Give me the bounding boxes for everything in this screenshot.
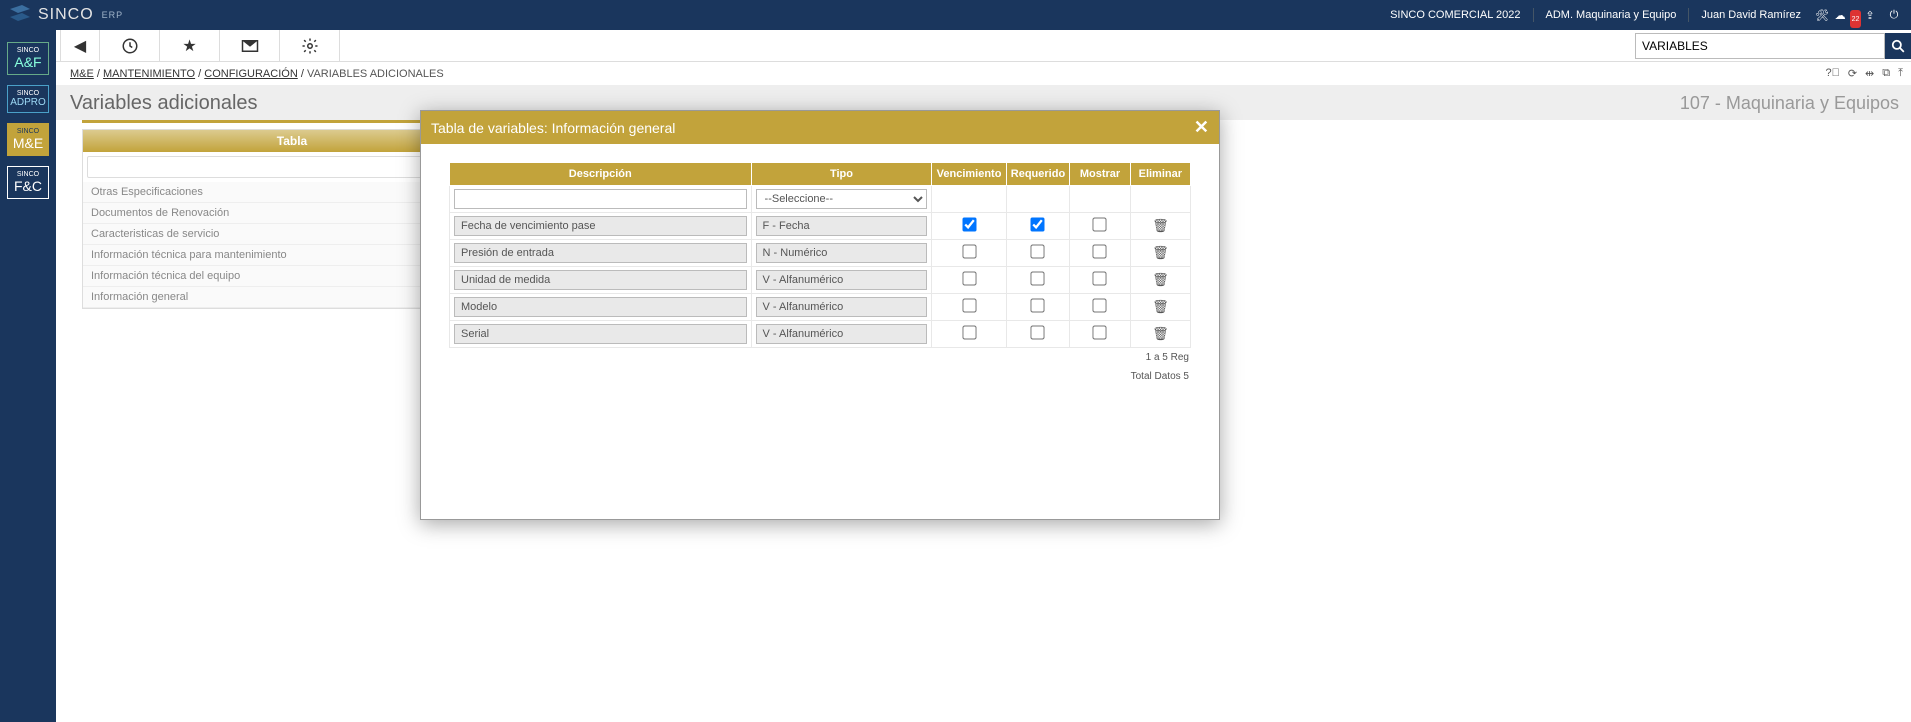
- split-icon[interactable]: ⇹: [1865, 67, 1874, 80]
- col-descripcion: Descripción: [450, 163, 752, 186]
- venc-checkbox[interactable]: [962, 325, 976, 339]
- mostrar-checkbox[interactable]: [1093, 244, 1107, 258]
- main-header: SINCO ERP SINCO COMERCIAL 2022 ADM. Maqu…: [0, 0, 1911, 30]
- breadcrumb-me[interactable]: M&E: [70, 68, 94, 80]
- search-input[interactable]: [1635, 33, 1885, 59]
- sidebar-item-me[interactable]: SINCO M&E: [7, 123, 49, 156]
- sidebar-label: A&F: [8, 54, 48, 70]
- req-checkbox[interactable]: [1031, 244, 1045, 258]
- brand-sub: ERP: [102, 10, 124, 20]
- venc-checkbox[interactable]: [962, 298, 976, 312]
- power-icon[interactable]: ⏻: [1885, 6, 1903, 24]
- table-row: Serial V - Alfanumérico 🗑: [450, 321, 1191, 348]
- req-checkbox[interactable]: [1031, 325, 1045, 339]
- breadcrumb: M&E / MANTENIMIENTO / CONFIGURACIÓN / VA…: [0, 62, 1911, 86]
- settings-button[interactable]: [280, 30, 340, 61]
- sidebar-label: SINCO: [8, 171, 48, 178]
- variables-modal: Tabla de variables: Información general …: [420, 110, 1220, 520]
- table-row: Unidad de medida V - Alfanumérico 🗑: [450, 267, 1191, 294]
- popout-icon[interactable]: ⧉: [1882, 67, 1890, 80]
- table-footer-2: Total Datos 5: [449, 367, 1191, 386]
- brand-text: SINCO: [38, 6, 94, 24]
- tipo-select[interactable]: --Seleccione--: [756, 189, 928, 209]
- separator: [1688, 8, 1689, 22]
- table-row: Presión de entrada N - Numérico 🗑: [450, 240, 1191, 267]
- sidebar-item-adpro[interactable]: SINCO ADPRO: [7, 85, 49, 113]
- tipo-value[interactable]: F - Fecha: [756, 216, 928, 236]
- venc-checkbox[interactable]: [962, 217, 976, 231]
- breadcrumb-configuracion[interactable]: CONFIGURACIÓN: [204, 68, 298, 80]
- trash-icon[interactable]: 🗑: [1152, 326, 1169, 341]
- refresh-icon[interactable]: ⟳: [1848, 67, 1857, 80]
- col-vencimiento: Vencimiento: [932, 163, 1006, 186]
- table-footer-1: 1 a 5 Reg: [449, 348, 1191, 367]
- sidebar-label: F&C: [8, 178, 48, 194]
- mostrar-checkbox[interactable]: [1093, 325, 1107, 339]
- table-row: Modelo V - Alfanumérico 🗑: [450, 294, 1191, 321]
- desc-value[interactable]: Modelo: [454, 297, 747, 317]
- trash-icon[interactable]: 🗑: [1152, 299, 1169, 314]
- variables-table: Descripción Tipo Vencimiento Requerido M…: [449, 162, 1191, 348]
- desc-value[interactable]: Unidad de medida: [454, 270, 747, 290]
- col-tipo: Tipo: [751, 163, 932, 186]
- header-company: SINCO COMERCIAL 2022: [1390, 9, 1520, 21]
- page-title: Variables adicionales: [70, 92, 258, 115]
- tipo-value[interactable]: V - Alfanumérico: [756, 297, 928, 317]
- table-row: Fecha de vencimiento pase F - Fecha 🗑: [450, 213, 1191, 240]
- inbox-button[interactable]: [220, 30, 280, 61]
- mostrar-checkbox[interactable]: [1093, 217, 1107, 231]
- desc-value[interactable]: Fecha de vencimiento pase: [454, 216, 747, 236]
- search-button[interactable]: [1885, 33, 1911, 59]
- req-checkbox[interactable]: [1031, 271, 1045, 285]
- trash-icon[interactable]: 🗑: [1152, 272, 1169, 287]
- tipo-value[interactable]: V - Alfanumérico: [756, 270, 928, 290]
- col-eliminar: Eliminar: [1130, 163, 1190, 186]
- sidebar-label: ADPRO: [8, 97, 48, 108]
- desc-value[interactable]: Presión de entrada: [454, 243, 747, 263]
- modal-title: Tabla de variables: Información general: [431, 120, 675, 136]
- mostrar-checkbox[interactable]: [1093, 271, 1107, 285]
- venc-checkbox[interactable]: [962, 244, 976, 258]
- page-context: 107 - Maquinaria y Equipos: [1680, 93, 1899, 114]
- col-requerido: Requerido: [1006, 163, 1070, 186]
- secondary-toolbar: ◀ ★: [0, 30, 1911, 62]
- req-checkbox[interactable]: [1031, 217, 1045, 231]
- breadcrumb-mantenimiento[interactable]: MANTENIMIENTO: [103, 68, 195, 80]
- breadcrumb-current: VARIABLES ADICIONALES: [307, 68, 444, 80]
- desc-value[interactable]: Serial: [454, 324, 747, 344]
- mostrar-checkbox[interactable]: [1093, 298, 1107, 312]
- collapse-icon[interactable]: ⤒: [1898, 67, 1903, 80]
- history-button[interactable]: [100, 30, 160, 61]
- sidebar-item-fc[interactable]: SINCO F&C: [7, 166, 49, 199]
- notification-badge: 22: [1850, 10, 1862, 28]
- tipo-value[interactable]: V - Alfanumérico: [756, 324, 928, 344]
- trash-icon[interactable]: 🗑: [1152, 218, 1169, 233]
- left-sidebar: SINCO A&F SINCO ADPRO SINCO M&E SINCO F&…: [0, 30, 56, 722]
- sidebar-label: SINCO: [8, 128, 48, 135]
- tipo-value[interactable]: N - Numérico: [756, 243, 928, 263]
- cloud-icon[interactable]: ☁22: [1837, 6, 1855, 24]
- favorite-button[interactable]: ★: [160, 30, 220, 61]
- tools-icon[interactable]: 🛠: [1813, 6, 1831, 24]
- sidebar-item-af[interactable]: SINCO A&F: [7, 42, 49, 75]
- help-icon[interactable]: ?⃞: [1825, 67, 1839, 80]
- back-button[interactable]: ◀: [60, 30, 100, 61]
- trash-icon[interactable]: 🗑: [1152, 245, 1169, 260]
- desc-input[interactable]: [454, 189, 747, 209]
- req-checkbox[interactable]: [1031, 298, 1045, 312]
- sidebar-label: M&E: [8, 135, 48, 151]
- col-mostrar: Mostrar: [1070, 163, 1130, 186]
- brand-icon: [8, 5, 32, 25]
- header-module: ADM. Maquinaria y Equipo: [1546, 9, 1677, 21]
- modal-header: Tabla de variables: Información general …: [421, 111, 1219, 144]
- sidebar-label: SINCO: [8, 47, 48, 54]
- brand: SINCO ERP: [8, 5, 123, 25]
- separator: [1533, 8, 1534, 22]
- venc-checkbox[interactable]: [962, 271, 976, 285]
- close-icon[interactable]: ✕: [1194, 117, 1209, 138]
- sidebar-label: SINCO: [8, 90, 48, 97]
- header-user: Juan David Ramírez: [1701, 9, 1801, 21]
- new-row: --Seleccione--: [450, 186, 1191, 213]
- export-icon[interactable]: ⇪: [1861, 6, 1879, 24]
